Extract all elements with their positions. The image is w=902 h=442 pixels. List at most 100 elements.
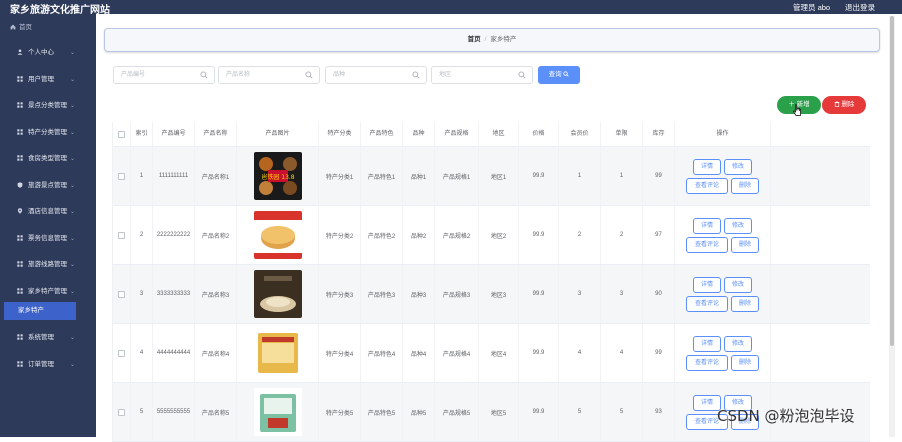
row-checkbox[interactable] [118, 290, 125, 298]
sidebar-item-4[interactable]: 特产分类管理 ⌄ [0, 120, 96, 147]
sidebar-item-9[interactable]: 旅游线路管理 ⌄ [0, 252, 96, 279]
row-delete-button[interactable]: 删除 [731, 295, 759, 312]
sidebar-item-1[interactable]: 个人中心 ⌄ [0, 40, 96, 67]
detail-button[interactable]: 详情 [693, 335, 721, 352]
row-select-cell[interactable] [113, 383, 131, 441]
ops-cell: 详情 修改 查看评论 删除 [675, 147, 771, 205]
sidebar-subitem-hometown-specialty[interactable]: 家乡特产 [4, 302, 76, 320]
column-header: 地区 [479, 122, 519, 146]
grid-icon [17, 360, 28, 368]
page-scrollbar[interactable] [889, 16, 895, 437]
chevron-down-icon: ⌄ [70, 129, 76, 136]
grid-icon [17, 75, 28, 83]
ops-cell: 详情 修改 查看评论 删除 [675, 324, 771, 382]
sidebar-home[interactable]: 首页 [10, 21, 32, 31]
price-cell: 99.9 [519, 324, 559, 382]
limit-cell: 4 [601, 324, 643, 382]
column-header: 产品规格 [435, 122, 479, 146]
logout-link[interactable]: 退出登录 [845, 2, 875, 13]
view-reviews-button[interactable]: 查看评论 [686, 354, 728, 371]
sidebar-item-5[interactable]: 食房类型管理 ⌄ [0, 146, 96, 173]
search-input-region[interactable] [432, 67, 516, 83]
region-cell: 地区5 [479, 383, 519, 441]
stock-cell: 99 [643, 147, 675, 205]
select-all-cell[interactable] [113, 122, 131, 146]
sidebar-item-6[interactable]: 旅游景点管理 ⌄ [0, 173, 96, 200]
view-reviews-button[interactable]: 查看评论 [686, 177, 728, 194]
sidebar-item-8[interactable]: 票务信息管理 ⌄ [0, 226, 96, 253]
row-checkbox[interactable] [118, 172, 125, 180]
row-checkbox[interactable] [118, 349, 125, 357]
price-cell: 99.9 [519, 206, 559, 264]
chevron-down-icon: ⌄ [70, 50, 76, 56]
row-checkbox[interactable] [118, 231, 125, 239]
mouse-cursor-icon [793, 104, 801, 116]
variety-cell: 品种4 [403, 324, 435, 382]
chevron-down-icon: ⌄ [70, 103, 76, 109]
sidebar-item-label: 酒店信息管理 [28, 208, 67, 215]
product-table: 索引 产品编号 产品名称 产品图片 特产分类 产品特色 品种 产品规格 地区 价格 会员价 单限 库存操… [112, 122, 870, 442]
name-cell: 产品名称4 [195, 324, 237, 382]
view-reviews-button[interactable]: 查看评论 [686, 236, 728, 253]
sidebar-item-12[interactable]: 订单管理 ⌄ [0, 352, 96, 379]
row-delete-button[interactable]: 删除 [731, 177, 759, 194]
code-cell: 4444444444 [153, 324, 195, 382]
grid-icon [17, 155, 28, 162]
feature-cell: 产品特色5 [361, 383, 403, 441]
edit-button[interactable]: 修改 [724, 335, 752, 352]
chevron-down-icon: ⌄ [70, 76, 76, 83]
stock-cell: 97 [643, 206, 675, 264]
table-header: 索引 产品编号 产品名称 产品图片 特产分类 产品特色 品种 产品规格 地区 价格 会员价 单限 库存操… [113, 122, 870, 147]
column-header: 产品编号 [153, 122, 195, 146]
code-cell: 5555555555 [153, 383, 195, 441]
name-cell: 产品名称2 [195, 206, 237, 264]
sidebar-item-3[interactable]: 景点分类管理 ⌄ [0, 93, 96, 120]
sidebar-item-label: 家乡特产管理 [28, 287, 67, 295]
category-cell: 特产分类5 [319, 383, 361, 441]
search-field-code[interactable] [113, 66, 215, 84]
query-button[interactable]: 查询 [538, 66, 580, 84]
product-image [253, 270, 302, 318]
grid-icon [17, 287, 28, 295]
search-field-name[interactable] [218, 66, 320, 84]
code-cell: 2222222222 [153, 206, 195, 264]
variety-cell: 品种1 [403, 147, 435, 205]
row-select-cell[interactable] [113, 206, 131, 264]
detail-button[interactable]: 详情 [693, 217, 721, 234]
row-select-cell[interactable] [113, 324, 131, 382]
detail-button[interactable]: 详情 [693, 158, 721, 175]
sidebar-item-7[interactable]: 酒店信息管理 ⌄ [0, 199, 96, 226]
sidebar-item-label: 旅游线路管理 [28, 261, 67, 268]
variety-cell: 品种3 [403, 265, 435, 323]
row-checkbox[interactable] [118, 408, 125, 416]
scrollbar-thumb[interactable] [890, 16, 894, 346]
grid-icon [17, 261, 28, 268]
image-cell: 岜铁园 13.8 [237, 147, 319, 205]
row-delete-button[interactable]: 删除 [731, 236, 759, 253]
row-select-cell[interactable] [113, 147, 131, 205]
edit-button[interactable]: 修改 [724, 158, 752, 175]
product-image [253, 388, 302, 436]
search-input-name[interactable] [219, 67, 303, 83]
edit-button[interactable]: 修改 [724, 217, 752, 234]
stock-cell: 99 [643, 324, 675, 382]
sidebar-item-2[interactable]: 用户管理 ⌄ [0, 67, 96, 94]
batch-delete-button[interactable]: 删除 [822, 96, 866, 114]
search-field-region[interactable] [431, 66, 533, 84]
row-delete-button[interactable]: 删除 [731, 354, 759, 371]
search-input-code[interactable] [114, 67, 198, 83]
row-select-cell[interactable] [113, 265, 131, 323]
breadcrumb-home[interactable]: 首页 [468, 36, 481, 43]
index-cell: 2 [131, 206, 153, 264]
image-cell [237, 265, 319, 323]
image-cell [237, 206, 319, 264]
search-input-variety[interactable] [326, 67, 410, 83]
select-all-checkbox[interactable] [118, 130, 125, 138]
edit-button[interactable]: 修改 [724, 276, 752, 293]
limit-cell: 1 [601, 147, 643, 205]
view-reviews-button[interactable]: 查看评论 [686, 295, 728, 312]
detail-button[interactable]: 详情 [693, 276, 721, 293]
search-field-variety[interactable] [325, 66, 427, 84]
sidebar-item-11[interactable]: 系统管理 ⌄ [0, 325, 96, 352]
sidebar-item-label: 票务信息管理 [28, 234, 67, 242]
